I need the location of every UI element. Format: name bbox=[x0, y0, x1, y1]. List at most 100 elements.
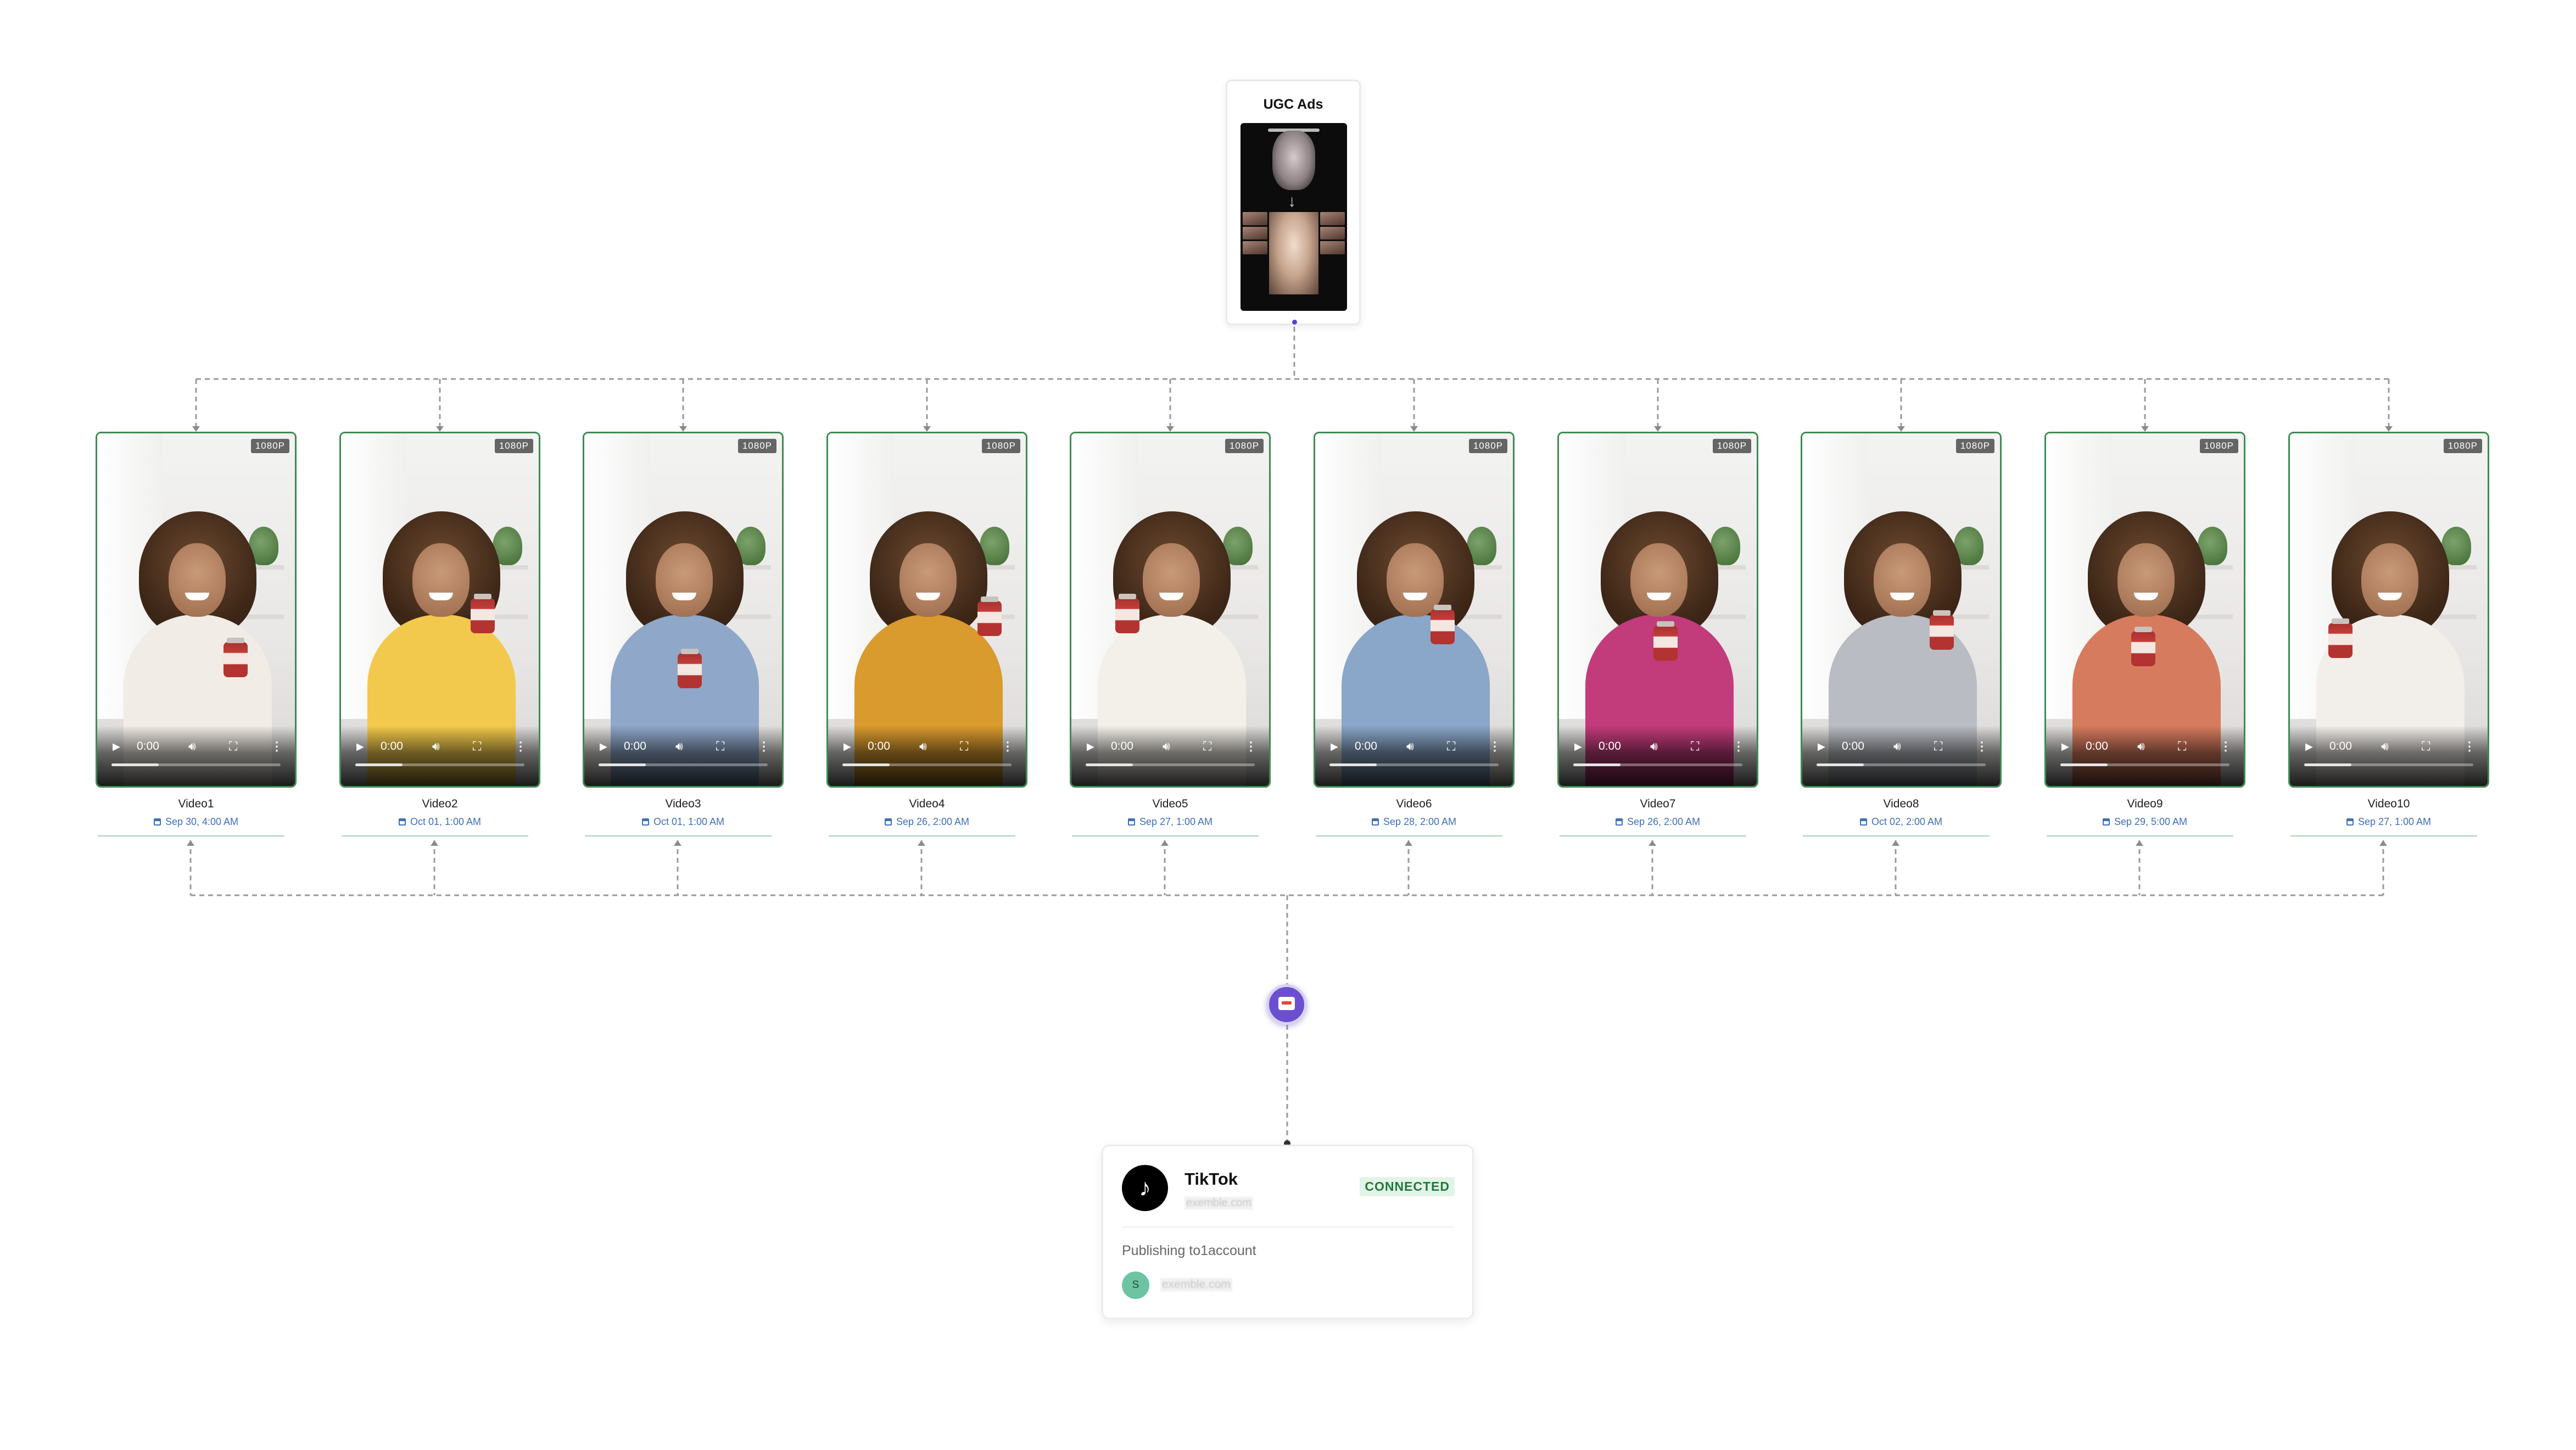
play-icon[interactable]: ▶ bbox=[1818, 741, 1825, 752]
video-node[interactable]: 1080P ▶ 0:00 🔊︎ ⛶ ⋮ Video5 Sep 27, 1:00 … bbox=[1070, 432, 1271, 836]
play-icon[interactable]: ▶ bbox=[843, 741, 851, 752]
play-icon[interactable]: ▶ bbox=[2305, 741, 2313, 752]
volume-icon[interactable]: 🔊︎ bbox=[1163, 740, 1170, 752]
volume-icon[interactable]: 🔊︎ bbox=[2381, 740, 2389, 752]
more-vertical-icon[interactable]: ⋮ bbox=[271, 740, 283, 752]
video-node[interactable]: 1080P ▶ 0:00 🔊︎ ⛶ ⋮ Video1 Sep 30, 4:00 … bbox=[96, 432, 297, 836]
volume-icon[interactable]: 🔊︎ bbox=[188, 740, 196, 752]
schedule-date[interactable]: Sep 27, 1:00 AM bbox=[1070, 816, 1271, 828]
video-controls bbox=[2046, 726, 2244, 786]
schedule-date-text: Sep 26, 2:00 AM bbox=[1627, 816, 1701, 827]
calendar-icon bbox=[1371, 818, 1379, 826]
fullscreen-icon[interactable]: ⛶ bbox=[473, 740, 481, 752]
video-node[interactable]: 1080P ▶ 0:00 🔊︎ ⛶ ⋮ Video2 Oct 01, 1:00 … bbox=[339, 432, 540, 836]
video-node[interactable]: 1080P ▶ 0:00 🔊︎ ⛶ ⋮ Video10 Sep 27, 1:00… bbox=[2288, 432, 2489, 836]
fullscreen-icon[interactable]: ⛶ bbox=[2178, 740, 2186, 752]
video-node[interactable]: 1080P ▶ 0:00 🔊︎ ⛶ ⋮ Video6 Sep 28, 2:00 … bbox=[1314, 432, 1515, 836]
video-player[interactable]: 1080P ▶ 0:00 🔊︎ ⛶ ⋮ bbox=[2288, 432, 2489, 788]
volume-icon[interactable]: 🔊︎ bbox=[919, 740, 927, 752]
fullscreen-icon[interactable]: ⛶ bbox=[1203, 740, 1211, 752]
volume-icon[interactable]: 🔊︎ bbox=[675, 740, 683, 752]
fullscreen-icon[interactable]: ⛶ bbox=[1934, 740, 1942, 752]
play-icon[interactable]: ▶ bbox=[600, 741, 607, 752]
more-vertical-icon[interactable]: ⋮ bbox=[515, 740, 527, 752]
source-node-ugc-ads[interactable]: UGC Ads ↓ bbox=[1226, 80, 1361, 325]
more-vertical-icon[interactable]: ⋮ bbox=[1976, 740, 1988, 752]
more-vertical-icon[interactable]: ⋮ bbox=[2463, 740, 2476, 752]
video-node[interactable]: 1080P ▶ 0:00 🔊︎ ⛶ ⋮ Video9 Sep 29, 5:00 … bbox=[2044, 432, 2245, 836]
fullscreen-icon[interactable]: ⛶ bbox=[229, 740, 237, 752]
source-output-handle[interactable] bbox=[1292, 320, 1297, 325]
video-progress-bar[interactable] bbox=[2060, 763, 2229, 766]
fullscreen-icon[interactable]: ⛶ bbox=[1691, 740, 1699, 752]
play-icon[interactable]: ▶ bbox=[1574, 741, 1582, 752]
video-player[interactable]: 1080P ▶ 0:00 🔊︎ ⛶ ⋮ bbox=[96, 432, 297, 788]
connection-status-badge: CONNECTED bbox=[1360, 1177, 1455, 1196]
more-vertical-icon[interactable]: ⋮ bbox=[1733, 740, 1745, 752]
schedule-date[interactable]: Sep 27, 1:00 AM bbox=[2288, 816, 2489, 828]
schedule-date[interactable]: Sep 30, 4:00 AM bbox=[96, 816, 297, 828]
video-player[interactable]: 1080P ▶ 0:00 🔊︎ ⛶ ⋮ bbox=[1557, 432, 1758, 788]
schedule-date[interactable]: Sep 29, 5:00 AM bbox=[2044, 816, 2245, 828]
schedule-date[interactable]: Oct 02, 2:00 AM bbox=[1801, 816, 2002, 828]
video-player[interactable]: 1080P ▶ 0:00 🔊︎ ⛶ ⋮ bbox=[1801, 432, 2002, 788]
fullscreen-icon[interactable]: ⛶ bbox=[960, 740, 968, 752]
video-title: Video6 bbox=[1396, 797, 1432, 810]
fullscreen-icon[interactable]: ⛶ bbox=[716, 740, 724, 752]
video-player[interactable]: 1080P ▶ 0:00 🔊︎ ⛶ ⋮ bbox=[826, 432, 1027, 788]
more-vertical-icon[interactable]: ⋮ bbox=[2220, 740, 2232, 752]
volume-icon[interactable]: 🔊︎ bbox=[1650, 740, 1658, 752]
video-player[interactable]: 1080P ▶ 0:00 🔊︎ ⛶ ⋮ bbox=[583, 432, 784, 788]
tiktok-destination-card[interactable]: ♪ TikTok exemble.com CONNECTED Publishin… bbox=[1102, 1145, 1474, 1319]
video-progress-bar[interactable] bbox=[599, 763, 768, 766]
schedule-date[interactable]: Sep 26, 2:00 AM bbox=[1557, 816, 1758, 828]
play-icon[interactable]: ▶ bbox=[2061, 741, 2069, 752]
video-progress-bar[interactable] bbox=[1573, 763, 1742, 766]
schedule-date[interactable]: Sep 26, 2:00 AM bbox=[826, 816, 1027, 828]
video-title: Video8 bbox=[1883, 797, 1919, 810]
schedule-date-text: Sep 28, 2:00 AM bbox=[1383, 816, 1457, 827]
video-progress-bar[interactable] bbox=[2304, 763, 2473, 766]
video-progress-bar[interactable] bbox=[1329, 763, 1499, 766]
video-progress-bar[interactable] bbox=[355, 763, 524, 766]
video-player[interactable]: 1080P ▶ 0:00 🔊︎ ⛶ ⋮ bbox=[1070, 432, 1271, 788]
video-progress-bar[interactable] bbox=[842, 763, 1012, 766]
volume-icon[interactable]: 🔊︎ bbox=[432, 740, 440, 752]
resolution-badge: 1080P bbox=[1468, 439, 1507, 453]
play-icon[interactable]: ▶ bbox=[1087, 741, 1094, 752]
resolution-badge: 1080P bbox=[1955, 439, 1994, 453]
video-player[interactable]: 1080P ▶ 0:00 🔊︎ ⛶ ⋮ bbox=[339, 432, 540, 788]
more-vertical-icon[interactable]: ⋮ bbox=[758, 740, 770, 752]
video-divider bbox=[1072, 835, 1259, 836]
schedule-date[interactable]: Sep 28, 2:00 AM bbox=[1314, 816, 1515, 828]
schedule-date-text: Oct 01, 1:00 AM bbox=[653, 816, 725, 827]
video-progress-bar[interactable] bbox=[1086, 763, 1255, 766]
video-divider bbox=[2047, 835, 2233, 836]
fullscreen-icon[interactable]: ⛶ bbox=[2422, 740, 2430, 752]
video-progress-bar[interactable] bbox=[111, 763, 281, 766]
play-icon[interactable]: ▶ bbox=[1331, 741, 1338, 752]
video-player[interactable]: 1080P ▶ 0:00 🔊︎ ⛶ ⋮ bbox=[1314, 432, 1515, 788]
video-node[interactable]: 1080P ▶ 0:00 🔊︎ ⛶ ⋮ Video7 Sep 26, 2:00 … bbox=[1557, 432, 1758, 836]
divider bbox=[1122, 1226, 1454, 1228]
video-player[interactable]: 1080P ▶ 0:00 🔊︎ ⛶ ⋮ bbox=[2044, 432, 2245, 788]
video-time: 0:00 bbox=[1599, 740, 1621, 752]
volume-icon[interactable]: 🔊︎ bbox=[1893, 740, 1901, 752]
volume-icon[interactable]: 🔊︎ bbox=[2137, 740, 2145, 752]
video-controls bbox=[1315, 726, 1513, 786]
volume-icon[interactable]: 🔊︎ bbox=[1406, 740, 1414, 752]
video-node[interactable]: 1080P ▶ 0:00 🔊︎ ⛶ ⋮ Video3 Oct 01, 1:00 … bbox=[583, 432, 784, 836]
schedule-date[interactable]: Oct 01, 1:00 AM bbox=[583, 816, 784, 828]
video-node[interactable]: 1080P ▶ 0:00 🔊︎ ⛶ ⋮ Video4 Sep 26, 2:00 … bbox=[826, 432, 1027, 836]
schedule-date[interactable]: Oct 01, 1:00 AM bbox=[339, 816, 540, 828]
more-vertical-icon[interactable]: ⋮ bbox=[1002, 740, 1014, 752]
play-icon[interactable]: ▶ bbox=[113, 741, 120, 752]
play-icon[interactable]: ▶ bbox=[356, 741, 364, 752]
resolution-badge: 1080P bbox=[981, 439, 1020, 453]
video-node[interactable]: 1080P ▶ 0:00 🔊︎ ⛶ ⋮ Video8 Oct 02, 2:00 … bbox=[1801, 432, 2002, 836]
fullscreen-icon[interactable]: ⛶ bbox=[1447, 740, 1455, 752]
more-vertical-icon[interactable]: ⋮ bbox=[1245, 740, 1257, 752]
video-progress-bar[interactable] bbox=[1817, 763, 1986, 766]
more-vertical-icon[interactable]: ⋮ bbox=[1489, 740, 1501, 752]
publish-hub-node[interactable] bbox=[1266, 984, 1307, 1025]
